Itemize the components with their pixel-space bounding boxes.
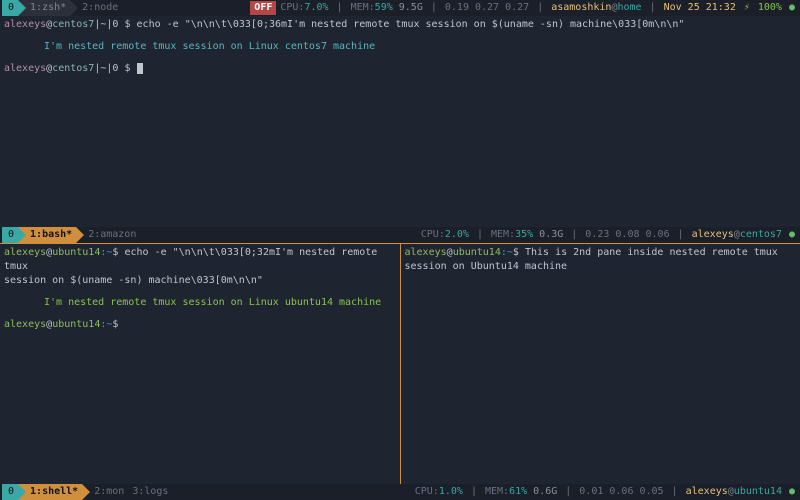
sep: | [668, 485, 682, 499]
sep: | [533, 1, 547, 15]
sep: | [567, 228, 581, 242]
window-tab-amazon[interactable]: 2:amazon [84, 228, 140, 242]
cpu-stat: CPU:7.0% [276, 1, 332, 15]
terminal-pane-centos[interactable]: alexeys@centos7|~|0 $ echo -e "\n\n\t\03… [0, 16, 800, 227]
prompt-line: alexeys@ubuntu14:~$ [4, 318, 396, 332]
command-output: I'm nested remote tmux session on Linux … [4, 296, 396, 310]
prompt-line: alexeys@centos7|~|0 $ [4, 62, 796, 76]
cursor-icon [137, 63, 143, 74]
sep: | [674, 228, 688, 242]
chevron-right-icon [18, 227, 26, 243]
chevron-right-icon [82, 484, 90, 500]
prompt-line: alexeys@ubuntu14:~$ echo -e "\n\n\t\033[… [4, 246, 396, 288]
session-indicator[interactable]: 0 [2, 0, 18, 16]
prompt-line: alexeys@ubuntu14:~$ This is 2nd pane ins… [405, 246, 797, 274]
cpu-stat: CPU:1.0% [411, 485, 467, 499]
sep: | [646, 1, 660, 15]
sep: | [473, 228, 487, 242]
window-tab-mon[interactable]: 2:mon [90, 485, 128, 499]
window-tab-node[interactable]: 2:node [78, 1, 122, 15]
sep: | [467, 485, 481, 499]
mem-stat: MEM:59% 9.5G [347, 1, 427, 15]
window-tab-shell[interactable]: 1:shell* [18, 484, 82, 500]
sep: | [561, 485, 575, 499]
chevron-right-icon [70, 0, 78, 16]
user-host: alexeys@ubuntu14 [682, 485, 786, 499]
window-tab-bash[interactable]: 1:bash* [18, 227, 76, 243]
online-dot-icon: ● [786, 485, 798, 499]
battery-pct: 100% [754, 1, 786, 15]
status-bar-bottom: 0 1:shell* 2:mon 3:logs CPU:1.0% | MEM:6… [0, 484, 800, 500]
window-tab-logs[interactable]: 3:logs [128, 485, 172, 499]
cpu-stat: CPU:2.0% [417, 228, 473, 242]
user-host: alexeys@centos7 [688, 228, 786, 242]
sep: | [427, 1, 441, 15]
load-avg: 0.01 0.06 0.05 [575, 485, 667, 499]
chevron-right-icon [18, 0, 26, 16]
mem-stat: MEM:61% 0.6G [481, 485, 561, 499]
status-bar-top: 0 1:zsh* 2:node OFF CPU:7.0% | MEM:59% 9… [0, 0, 800, 16]
prompt-line: alexeys@centos7|~|0 $ echo -e "\n\n\t\03… [4, 18, 796, 32]
terminal-pane-ubuntu-right[interactable]: alexeys@ubuntu14:~$ This is 2nd pane ins… [401, 244, 800, 484]
chevron-right-icon [18, 484, 26, 500]
command-text: echo -e "\n\n\t\033[0;36mI'm nested remo… [137, 19, 685, 30]
pane-row-ubuntu: alexeys@ubuntu14:~$ echo -e "\n\n\t\033[… [0, 244, 800, 484]
status-bar-middle: 0 1:bash* 2:amazon CPU:2.0% | MEM:35% 0.… [0, 227, 800, 243]
off-badge: OFF [250, 1, 276, 15]
online-dot-icon: ● [786, 1, 798, 15]
load-avg: 0.19 0.27 0.27 [441, 1, 533, 15]
datetime: Nov 25 21:32 [660, 1, 740, 15]
online-dot-icon: ● [786, 228, 798, 242]
mem-stat: MEM:35% 0.3G [487, 228, 567, 242]
battery-icon: ⚡ [740, 1, 754, 15]
user-host: asamoshkin@home [547, 1, 645, 15]
load-avg: 0.23 0.08 0.06 [581, 228, 673, 242]
session-indicator[interactable]: 0 [2, 227, 18, 243]
sep: | [333, 1, 347, 15]
command-output: I'm nested remote tmux session on Linux … [4, 40, 796, 54]
session-indicator[interactable]: 0 [2, 484, 18, 500]
terminal-pane-ubuntu-left[interactable]: alexeys@ubuntu14:~$ echo -e "\n\n\t\033[… [0, 244, 400, 484]
chevron-right-icon [76, 227, 84, 243]
